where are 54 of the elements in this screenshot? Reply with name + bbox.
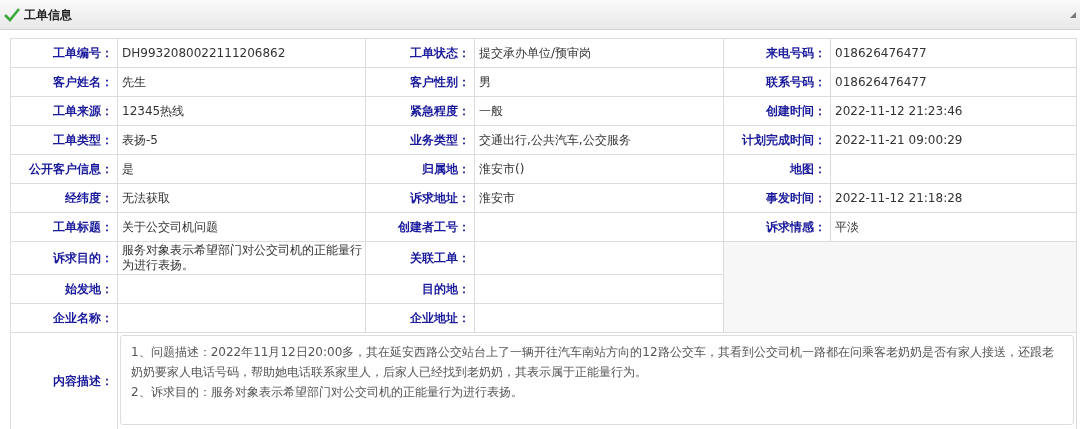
field-label: 关联工单： bbox=[365, 241, 475, 275]
field-label: 事发时间： bbox=[723, 183, 831, 213]
field-label: 始发地： bbox=[10, 274, 118, 304]
check-icon bbox=[4, 7, 20, 22]
field-label: 来电号码： bbox=[723, 38, 831, 68]
field-value: 是 bbox=[117, 154, 366, 184]
field-label: 计划完成时间： bbox=[723, 125, 831, 155]
field-label: 经纬度： bbox=[10, 183, 118, 213]
collapse-icon[interactable] bbox=[1070, 11, 1076, 18]
field-label: 工单状态： bbox=[365, 38, 475, 68]
field-label: 工单编号： bbox=[10, 38, 118, 68]
field-label: 诉求目的： bbox=[10, 241, 118, 275]
field-label: 客户姓名： bbox=[10, 67, 118, 97]
field-value: 表扬-5 bbox=[117, 125, 366, 155]
field-value: 无法获取 bbox=[117, 183, 366, 213]
content-text: 2、诉求目的：服务对象表示希望部门对公交司机的正能量行为进行表扬。 bbox=[131, 384, 524, 401]
field-value: 男 bbox=[474, 67, 724, 97]
field-label: 内容描述： bbox=[10, 332, 118, 429]
field-label: 创建者工号： bbox=[365, 212, 475, 242]
content-text: 1、问题描述：2022年11月12日20:00多，其在延安西路公交站台上了一辆开往汽车南站方向的12路公交车，其看到公交司机一路都在问乘客老奶奶是否有家人接送，还跟老奶奶要家人电话号码，帮助她电话联系家里人，后家人已经找到老奶奶，其表示属于正能量行为。 bbox=[131, 344, 1055, 381]
field-value: 018626476477 bbox=[830, 38, 1077, 68]
field-value: 2022-11-21 09:00:29 bbox=[830, 125, 1077, 155]
field-label: 诉求情感： bbox=[723, 212, 831, 242]
field-value: 一般 bbox=[474, 96, 724, 126]
field-label: 工单来源： bbox=[10, 96, 118, 126]
field-label: 归属地： bbox=[365, 154, 475, 184]
field-label: 创建时间： bbox=[723, 96, 831, 126]
field-value: 018626476477 bbox=[830, 67, 1077, 97]
field-label: 业务类型： bbox=[365, 125, 475, 155]
field-value: 12345热线 bbox=[117, 96, 366, 126]
field-value: 提交承办单位/预审岗 bbox=[474, 38, 724, 68]
field-label: 目的地： bbox=[365, 274, 475, 304]
field-label: 公开客户信息： bbox=[10, 154, 118, 184]
field-value: 关于公交司机问题 bbox=[117, 212, 366, 242]
field-value: 淮安市() bbox=[474, 154, 724, 184]
field-label: 工单类型： bbox=[10, 125, 118, 155]
field-value: 服务对象表示希望部门对公交司机的正能量行为进行表扬。 bbox=[117, 241, 366, 275]
panel-title: 工单信息 bbox=[24, 6, 72, 24]
field-value: 交通出行,公共汽车,公交服务 bbox=[474, 125, 724, 155]
field-label: 紧急程度： bbox=[365, 96, 475, 126]
field-value: 平淡 bbox=[830, 212, 1077, 242]
field-label: 客户性别： bbox=[365, 67, 475, 97]
field-label: 联系号码： bbox=[723, 67, 831, 97]
field-value: 2022-11-12 21:23:46 bbox=[830, 96, 1077, 126]
field-value: DH9932080022111206862 bbox=[117, 38, 366, 68]
field-label: 诉求地址： bbox=[365, 183, 475, 213]
field-value: 先生 bbox=[117, 67, 366, 97]
field-value: 淮安市 bbox=[474, 183, 724, 213]
field-value: 2022-11-12 21:18:28 bbox=[830, 183, 1077, 213]
field-label: 企业地址： bbox=[365, 303, 475, 333]
field-label: 工单标题： bbox=[10, 212, 118, 242]
field-label: 企业名称： bbox=[10, 303, 118, 333]
content-textarea[interactable]: 1、问题描述：2022年11月12日20:00多，其在延安西路公交站台上了一辆开往汽车南站方向的12路公交车，其看到公交司机一路都在问乘客老奶奶是否有家人接送，还跟老奶奶要家人电话号码，帮助她电话联系家里人，后家人已经找到老奶奶，其表示属于正能量行为。 2、诉求目的：服务对象表示希望部门对公交司机的正能量行为进行表扬。 bbox=[120, 335, 1074, 425]
field-label: 地图： bbox=[723, 154, 831, 184]
